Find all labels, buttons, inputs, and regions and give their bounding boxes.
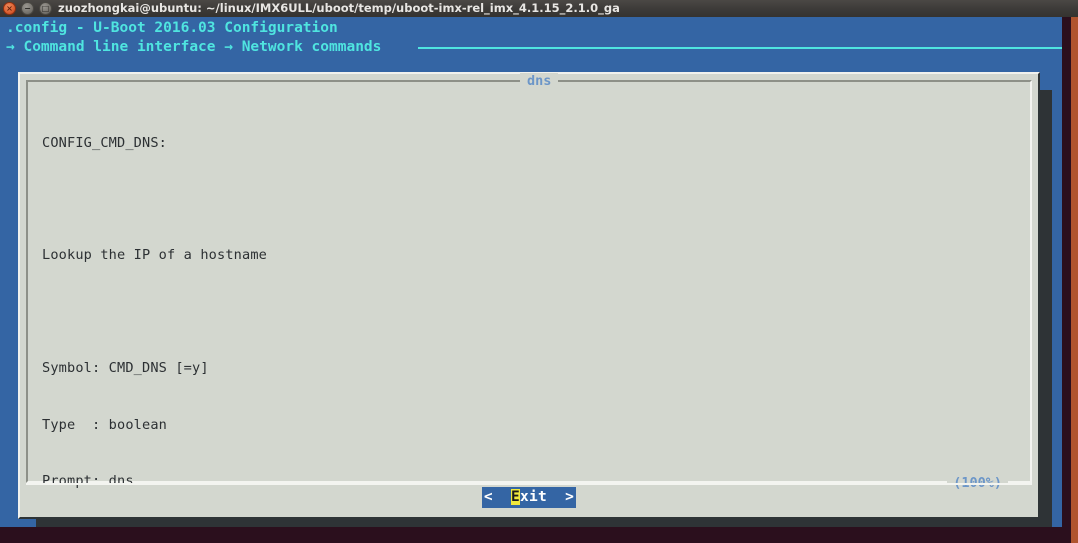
help-dialog: dns CONFIG_CMD_DNS: Lookup the IP of a h… [18,72,1040,519]
window-minimize-button[interactable]: − [21,2,34,15]
maximize-icon: □ [41,4,50,13]
help-line-config-symbol: CONFIG_CMD_DNS: [42,134,168,151]
exit-button-prefix: < [483,489,511,505]
terminal-scrollbar-thumb[interactable] [1071,17,1078,543]
breadcrumb-rule [418,47,1068,49]
exit-button-hotkey: E [510,489,520,505]
help-blank-2 [42,303,1022,322]
window-titlebar: × − □ zuozhongkai@ubuntu: ~/linux/IMX6UL… [0,0,1078,17]
help-blank-1 [42,190,1022,209]
window-title: zuozhongkai@ubuntu: ~/linux/IMX6ULL/uboo… [58,1,620,15]
button-separator [26,483,1032,485]
minimize-icon: − [24,4,31,13]
terminal-content: .config - U-Boot 2016.03 Configuration →… [0,17,1078,527]
close-icon: × [6,4,13,13]
help-text: CONFIG_CMD_DNS: Lookup the IP of a hostn… [42,96,1022,527]
terminal-scrollbar-track[interactable] [1062,17,1071,543]
terminal-bottom-strip [0,527,1062,543]
help-text-frame: dns CONFIG_CMD_DNS: Lookup the IP of a h… [26,73,1032,491]
dialog-frame-title: dns [520,73,559,89]
help-line-description: Lookup the IP of a hostname [42,247,268,264]
help-line-symbol: Symbol: CMD_DNS [=y] [42,360,209,377]
exit-button[interactable]: < Exit > [481,487,577,508]
window-close-button[interactable]: × [3,2,16,15]
terminal-window: × − □ zuozhongkai@ubuntu: ~/linux/IMX6UL… [0,0,1078,543]
menuconfig-title: .config - U-Boot 2016.03 Configuration [6,20,338,36]
breadcrumb: → Command line interface → Network comma… [6,39,382,55]
exit-button-suffix: xit > [519,489,575,505]
dialog-button-row: < Exit > [20,486,1038,514]
help-line-type: Type : boolean [42,416,168,433]
window-maximize-button[interactable]: □ [39,2,52,15]
